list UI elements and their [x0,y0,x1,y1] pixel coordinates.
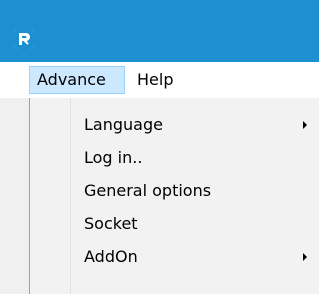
menu-item-label: AddOn [84,247,138,266]
submenu-arrow-icon [303,253,307,261]
menu-item-language[interactable]: Language [30,109,319,141]
app-logo-icon[interactable] [14,29,34,49]
menu-item-socket[interactable]: Socket [30,208,319,240]
menu-item-label: General options [84,181,212,200]
submenu-arrow-icon [303,121,307,129]
menu-help[interactable]: Help [130,66,190,94]
window-background [0,98,29,294]
application-window: Advance Help Language Log in.. General o… [0,0,319,294]
menu-item-label: Language [84,115,163,134]
menu-item-log-in[interactable]: Log in.. [30,142,319,174]
menu-advance[interactable]: Advance [29,66,125,94]
menu-item-label: Socket [84,214,138,233]
menu-bar: Advance Help [0,62,319,99]
menu-item-label: Log in.. [84,148,143,167]
menu-item-general-options[interactable]: General options [30,175,319,207]
title-bar [0,0,319,62]
menu-item-addon[interactable]: AddOn [30,241,319,273]
advance-dropdown-menu: Language Log in.. General options Socket… [29,98,319,294]
